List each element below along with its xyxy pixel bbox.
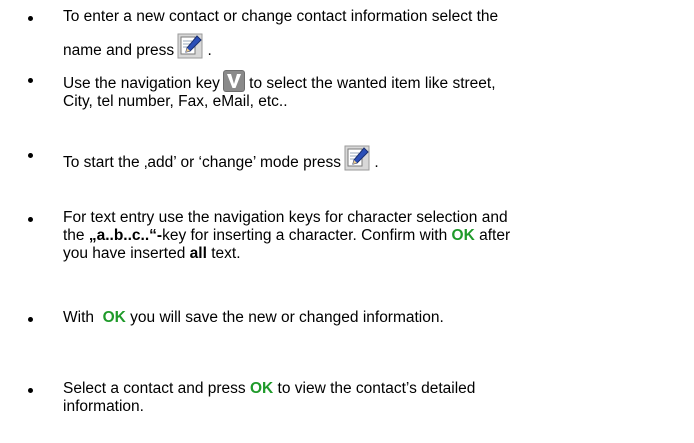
item-fragment: name and press — [63, 42, 175, 59]
item-fragment: To start the ‚add’ or ‘change’ mode pres… — [63, 154, 342, 171]
item-line: To start the ‚add’ or ‘change’ mode pres… — [63, 145, 683, 172]
item-fragment: you will save the new or changed informa… — [125, 309, 444, 326]
item-fragment: to select the wanted item like street, — [244, 75, 496, 92]
item-fragment: . — [203, 42, 212, 59]
item-fragment: text. — [206, 245, 241, 262]
item-fragment: the — [63, 227, 89, 244]
item-fragment: you have inserted — [63, 245, 190, 262]
item-line: City, tel number, Fax, eMail, etc.. — [63, 93, 288, 110]
item-line: name and press . — [63, 33, 683, 60]
item-line: the „a..b..c..“-key for inserting a char… — [63, 227, 683, 245]
item-fragment: to view the contact’s detailed — [273, 380, 476, 397]
ok-key-label: OK — [102, 309, 126, 326]
item-text: Use the navigation key to select the wan… — [63, 70, 683, 111]
item-line: information. — [63, 398, 144, 415]
item-fragment: With — [63, 309, 103, 326]
item-fragment: Select a contact and press — [63, 380, 250, 397]
item-fragment: . — [370, 154, 379, 171]
item-line: With OK you will save the new or changed… — [63, 309, 683, 327]
item-line: Select a contact and press OK to view th… — [63, 380, 683, 398]
item-text: To enter a new contact or change contact… — [63, 8, 683, 60]
edit-pen-icon — [177, 33, 203, 59]
bullet — [28, 78, 33, 83]
item-line: Use the navigation key to select the wan… — [63, 70, 683, 93]
item-fragment: Use the navigation key — [63, 75, 220, 92]
emphasis: all — [189, 245, 207, 262]
bullet — [28, 317, 33, 322]
instruction-list: To enter a new contact or change contact… — [0, 0, 694, 443]
item-text: Select a contact and press OK to view th… — [63, 380, 683, 416]
ok-key-label: OK — [249, 380, 274, 397]
item-line: To enter a new contact or change contact… — [63, 8, 499, 25]
item-text: With OK you will save the new or changed… — [63, 309, 683, 327]
ok-key-label: OK — [451, 227, 475, 244]
item-text: To start the ‚add’ or ‘change’ mode pres… — [63, 145, 683, 172]
bullet — [28, 217, 33, 222]
bullet — [28, 153, 33, 158]
edit-pen-icon — [344, 145, 370, 171]
item-text: For text entry use the navigation keys f… — [63, 209, 683, 263]
navigation-key-v-icon — [222, 70, 245, 92]
bullet — [28, 16, 33, 21]
bullet — [28, 388, 33, 393]
item-line: you have inserted all text. — [63, 245, 683, 263]
item-fragment: after — [474, 227, 511, 244]
key-label: „a..b..c..“- — [88, 227, 163, 244]
item-fragment: key for inserting a character. Confirm w… — [162, 227, 452, 244]
item-line: For text entry use the navigation keys f… — [63, 209, 508, 226]
